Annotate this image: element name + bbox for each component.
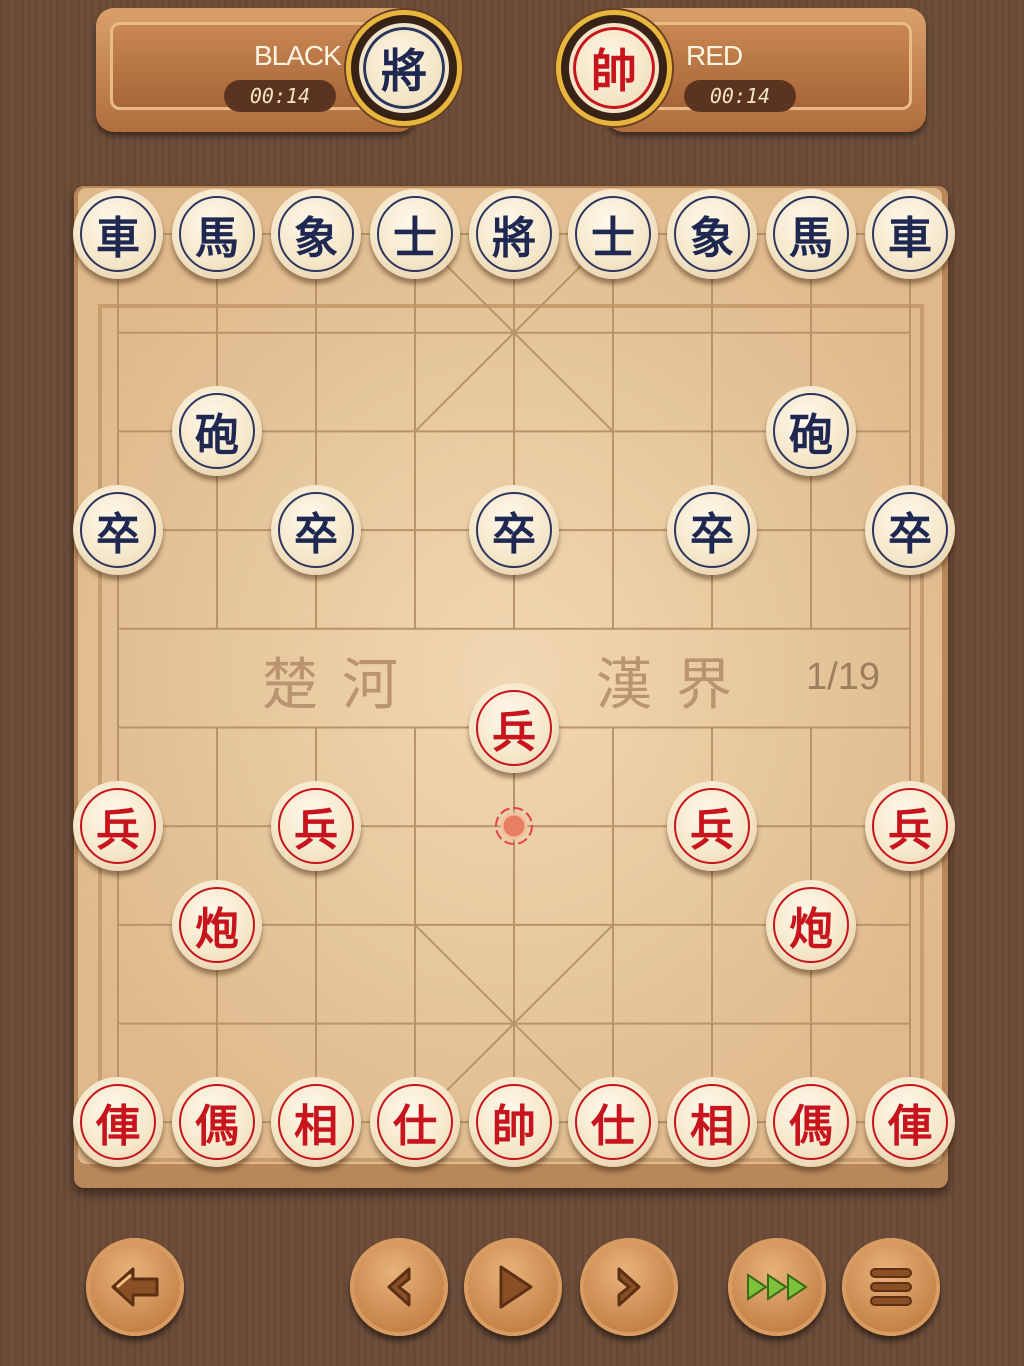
black-piece[interactable]: 馬 [766, 189, 856, 279]
piece-character: 馬 [195, 213, 239, 264]
piece-character: 士 [591, 213, 635, 264]
red-piece[interactable]: 兵 [469, 682, 559, 773]
black-piece[interactable]: 象 [271, 189, 361, 279]
piece-character: 相 [690, 1101, 734, 1153]
black-piece[interactable]: 士 [568, 189, 658, 279]
piece-character: 卒 [492, 509, 536, 561]
black-piece[interactable]: 卒 [271, 485, 361, 576]
play-button[interactable] [464, 1238, 562, 1336]
piece-character: 砲 [789, 410, 833, 462]
piece-character: 俥 [96, 1101, 140, 1153]
piece-character: 車 [96, 213, 140, 264]
next-move-button[interactable] [580, 1238, 678, 1336]
red-piece[interactable]: 俥 [865, 1077, 955, 1168]
piece-character: 車 [888, 213, 932, 264]
piece-character: 兵 [294, 805, 338, 857]
chevron-left-icon [387, 1267, 411, 1307]
red-piece[interactable]: 炮 [172, 879, 262, 970]
move-target-icon[interactable] [492, 804, 536, 848]
fast-forward-button[interactable] [728, 1238, 826, 1336]
piece-character: 俥 [888, 1101, 932, 1153]
piece-character: 兵 [492, 706, 536, 758]
piece-character: 兵 [96, 805, 140, 857]
black-piece[interactable]: 砲 [172, 386, 262, 477]
red-piece[interactable]: 炮 [766, 879, 856, 970]
piece-character: 仕 [591, 1101, 635, 1153]
river-text-han-jie: 漢界 [596, 653, 756, 718]
black-piece[interactable]: 砲 [766, 386, 856, 477]
back-arrow-icon [111, 1267, 159, 1307]
piece-character: 馬 [789, 213, 833, 264]
play-icon [499, 1265, 533, 1309]
red-piece[interactable]: 兵 [667, 781, 757, 872]
black-piece[interactable]: 卒 [73, 485, 163, 576]
red-piece[interactable]: 帥 [469, 1077, 559, 1168]
red-piece[interactable]: 兵 [271, 781, 361, 872]
piece-character: 仕 [393, 1101, 437, 1153]
piece-character: 炮 [195, 903, 239, 955]
red-piece[interactable]: 傌 [172, 1077, 262, 1168]
menu-button[interactable] [842, 1238, 940, 1336]
piece-character: 士 [393, 213, 437, 264]
menu-icon [870, 1268, 912, 1306]
red-piece[interactable]: 相 [667, 1077, 757, 1168]
red-piece[interactable]: 仕 [370, 1077, 460, 1168]
red-piece[interactable]: 相 [271, 1077, 361, 1168]
black-piece[interactable]: 士 [370, 189, 460, 279]
black-piece[interactable]: 卒 [865, 485, 955, 576]
black-piece[interactable]: 馬 [172, 189, 262, 279]
piece-character: 卒 [888, 509, 932, 561]
move-counter: 1/19 [806, 656, 880, 698]
fast-forward-icon [747, 1273, 808, 1301]
previous-move-button[interactable] [350, 1238, 448, 1336]
piece-character: 象 [294, 213, 338, 264]
piece-character: 傌 [789, 1101, 833, 1153]
piece-character: 帥 [492, 1101, 536, 1153]
piece-character: 卒 [294, 509, 338, 561]
black-piece[interactable]: 車 [865, 189, 955, 279]
red-piece[interactable]: 兵 [865, 781, 955, 872]
piece-character: 傌 [195, 1101, 239, 1153]
black-piece[interactable]: 卒 [667, 485, 757, 576]
piece-character: 將 [492, 213, 536, 264]
piece-character: 卒 [96, 509, 140, 561]
piece-character: 相 [294, 1101, 338, 1153]
back-button[interactable] [86, 1238, 184, 1336]
piece-character: 砲 [195, 410, 239, 462]
piece-character: 卒 [690, 509, 734, 561]
piece-character: 炮 [789, 903, 833, 955]
black-piece[interactable]: 將 [469, 189, 559, 279]
black-piece[interactable]: 象 [667, 189, 757, 279]
red-piece[interactable]: 仕 [568, 1077, 658, 1168]
piece-character: 兵 [690, 805, 734, 857]
black-piece[interactable]: 車 [73, 189, 163, 279]
red-piece[interactable]: 俥 [73, 1077, 163, 1168]
chevron-right-icon [617, 1267, 641, 1307]
piece-character: 象 [690, 213, 734, 264]
piece-character: 兵 [888, 805, 932, 857]
river-text-chu-he: 楚河 [262, 653, 422, 718]
red-piece[interactable]: 兵 [73, 781, 163, 872]
red-piece[interactable]: 傌 [766, 1077, 856, 1168]
black-piece[interactable]: 卒 [469, 485, 559, 576]
